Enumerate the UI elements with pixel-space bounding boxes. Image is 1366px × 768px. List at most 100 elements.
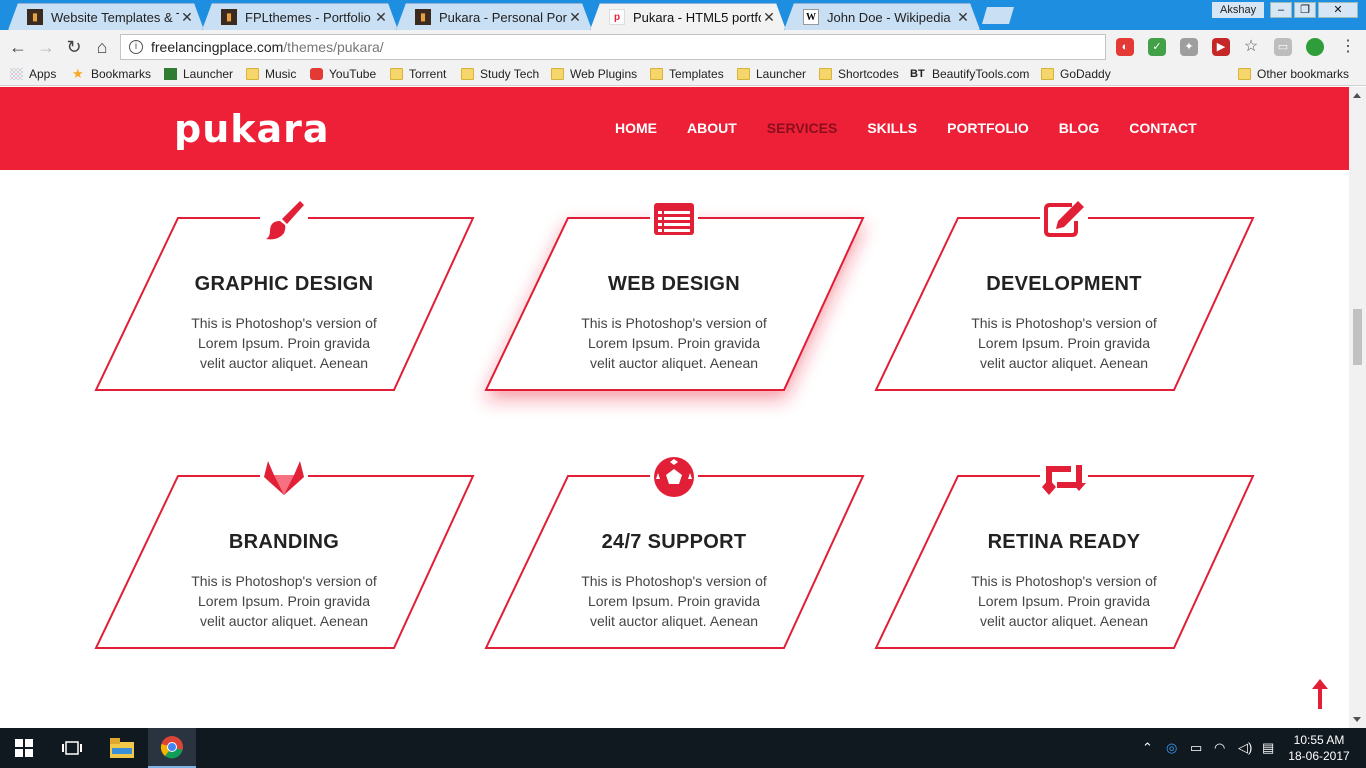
web-page: pukara HOME ABOUT SERVICES SKILLS PORTFO… <box>0 87 1349 728</box>
nav-blog[interactable]: BLOG <box>1059 120 1099 136</box>
minimize-icon[interactable]: ‒ <box>1270 2 1292 18</box>
windows-taskbar: ⌃ ◎ ▭ ◠ ◁) ▤ 10:55 AM 18-06-2017 <box>0 728 1366 768</box>
service-description: This is Photoshop's version of Lorem Ips… <box>971 573 1157 629</box>
bookmarks-bar: Apps ★ Bookmarks Launcher Music YouTube T… <box>0 64 1366 86</box>
site-logo[interactable]: pukara <box>174 107 330 151</box>
sheet-icon <box>164 68 177 80</box>
service-description: This is Photoshop's version of Lorem Ips… <box>191 315 377 371</box>
gitlab-fox-icon <box>260 453 308 501</box>
tab-pukara-html5[interactable]: p Pukara - HTML5 portfolio ✕ <box>590 3 786 30</box>
bookmark-templates[interactable]: Templates <box>650 67 724 81</box>
close-tab-icon[interactable]: ✕ <box>955 9 971 26</box>
bookmark-other[interactable]: Other bookmarks <box>1238 67 1349 81</box>
bookmark-study-tech[interactable]: Study Tech <box>461 67 539 81</box>
service-card-retina[interactable]: RETINA READY This is Photoshop's version… <box>874 453 1255 693</box>
close-window-icon[interactable]: ✕ <box>1318 2 1358 18</box>
restore-icon[interactable]: ❐ <box>1294 2 1316 18</box>
service-title: BRANDING <box>228 531 340 553</box>
close-tab-icon[interactable]: ✕ <box>761 9 777 26</box>
bt-icon: BT <box>910 68 925 80</box>
bookmark-bookmarks[interactable]: ★ Bookmarks <box>72 67 151 81</box>
service-description: This is Photoshop's version of Lorem Ips… <box>581 573 767 629</box>
bookmark-godaddy[interactable]: GoDaddy <box>1041 67 1111 81</box>
extension-circle-icon[interactable] <box>1306 38 1324 56</box>
tab-website-templates[interactable]: ▮ Website Templates & The ✕ <box>8 3 204 30</box>
service-title: RETINA READY <box>987 531 1141 553</box>
service-description: This is Photoshop's version of Lorem Ips… <box>191 573 377 629</box>
scroll-up-icon[interactable] <box>1353 93 1361 98</box>
edit-pencil-icon <box>1040 195 1088 243</box>
nav-portfolio[interactable]: PORTFOLIO <box>947 120 1029 136</box>
close-tab-icon[interactable]: ✕ <box>373 9 389 26</box>
address-bar[interactable]: i freelancingplace.com/themes/pukara/ <box>120 34 1106 60</box>
folder-icon <box>461 68 474 80</box>
service-title: 24/7 SUPPORT <box>601 531 747 553</box>
bookmark-apps[interactable]: Apps <box>10 67 56 81</box>
nav-about[interactable]: ABOUT <box>687 120 737 136</box>
battery-icon[interactable]: ▭ <box>1190 740 1202 756</box>
home-icon[interactable]: ⌂ <box>90 35 114 59</box>
bookmark-beautifytools[interactable]: BT BeautifyTools.com <box>910 67 1029 81</box>
extension-puzzle-icon[interactable]: ✦ <box>1180 38 1198 56</box>
bookmark-youtube[interactable]: YouTube <box>310 67 376 81</box>
scroll-down-icon[interactable] <box>1353 717 1361 722</box>
profile-button[interactable]: Akshay <box>1212 2 1265 18</box>
service-card-branding[interactable]: BRANDING This is Photoshop's version of … <box>94 453 475 693</box>
service-card-graphic-design[interactable]: GRAPHIC DESIGN This is Photoshop's versi… <box>94 195 475 435</box>
info-icon[interactable]: i <box>129 40 143 54</box>
nav-skills[interactable]: SKILLS <box>867 120 917 136</box>
chrome-taskbar-icon[interactable] <box>148 728 196 768</box>
bookmark-music[interactable]: Music <box>246 67 296 81</box>
reload-icon[interactable]: ↻ <box>62 35 86 59</box>
close-tab-icon[interactable]: ✕ <box>567 9 583 26</box>
wikipedia-favicon: W <box>803 9 819 25</box>
site-header: pukara HOME ABOUT SERVICES SKILLS PORTFO… <box>0 87 1349 170</box>
adblock-shield-icon[interactable]: ✓ <box>1148 38 1166 56</box>
nav-services[interactable]: SERVICES <box>767 120 838 136</box>
close-tab-icon[interactable]: ✕ <box>179 9 195 26</box>
folder-icon <box>1238 68 1251 80</box>
nav-contact[interactable]: CONTACT <box>1129 120 1196 136</box>
template-favicon: ▮ <box>221 9 237 25</box>
clock-date: 18-06-2017 <box>1288 749 1350 763</box>
forward-arrow-icon[interactable]: → <box>34 35 58 59</box>
task-view-icon[interactable] <box>48 728 96 768</box>
extension-card-icon[interactable]: ▭ <box>1274 38 1292 56</box>
back-to-top-arrow-icon[interactable] <box>1312 679 1328 709</box>
list-window-icon <box>650 195 698 243</box>
service-card-web-design[interactable]: WEB DESIGN This is Photoshop's version o… <box>484 195 865 435</box>
menu-kebab-icon[interactable]: ⋮ <box>1336 35 1360 59</box>
wifi-icon[interactable]: ◠ <box>1214 740 1225 756</box>
service-description: This is Photoshop's version of Lorem Ips… <box>971 315 1157 371</box>
bookmark-web-plugins[interactable]: Web Plugins <box>551 67 637 81</box>
bookmark-launcher[interactable]: Launcher <box>164 67 233 81</box>
tray-app-icon[interactable]: ◎ <box>1166 740 1177 756</box>
windows-start-icon[interactable] <box>0 728 48 768</box>
extension-shield-icon[interactable]: ◐ <box>1116 38 1134 56</box>
tab-fplthemes[interactable]: ▮ FPLthemes - Portfolio | Th ✕ <box>202 3 398 30</box>
extension-play-icon[interactable]: ▶ <box>1212 38 1230 56</box>
folder-icon <box>390 68 403 80</box>
clock-time: 10:55 AM <box>1293 733 1345 747</box>
bookmark-torrent[interactable]: Torrent <box>390 67 446 81</box>
scrollbar-thumb[interactable] <box>1353 309 1362 365</box>
tab-wikipedia[interactable]: W John Doe - Wikipedia ✕ <box>784 3 980 30</box>
file-explorer-icon[interactable] <box>98 728 146 768</box>
action-center-icon[interactable]: ▤ <box>1262 740 1274 756</box>
tab-pukara-personal[interactable]: ▮ Pukara - Personal Portfoli ✕ <box>396 3 592 30</box>
new-tab-button[interactable] <box>982 7 1014 24</box>
tray-chevron-up-icon[interactable]: ⌃ <box>1142 740 1153 756</box>
star-bookmark-icon[interactable]: ☆ <box>1242 38 1260 56</box>
page-scrollbar[interactable] <box>1349 87 1366 728</box>
folder-icon <box>246 68 259 80</box>
template-favicon: ▮ <box>415 9 431 25</box>
bookmark-launcher-folder[interactable]: Launcher <box>737 67 806 81</box>
bookmark-shortcodes[interactable]: Shortcodes <box>819 67 899 81</box>
taskbar-clock[interactable]: 10:55 AM 18-06-2017 <box>1286 732 1352 764</box>
folder-icon <box>650 68 663 80</box>
service-card-support[interactable]: 24/7 SUPPORT This is Photoshop's version… <box>484 453 865 693</box>
nav-home[interactable]: HOME <box>615 120 657 136</box>
service-card-development[interactable]: DEVELOPMENT This is Photoshop's version … <box>874 195 1255 435</box>
volume-icon[interactable]: ◁) <box>1238 740 1252 756</box>
back-arrow-icon[interactable]: ← <box>6 35 30 59</box>
